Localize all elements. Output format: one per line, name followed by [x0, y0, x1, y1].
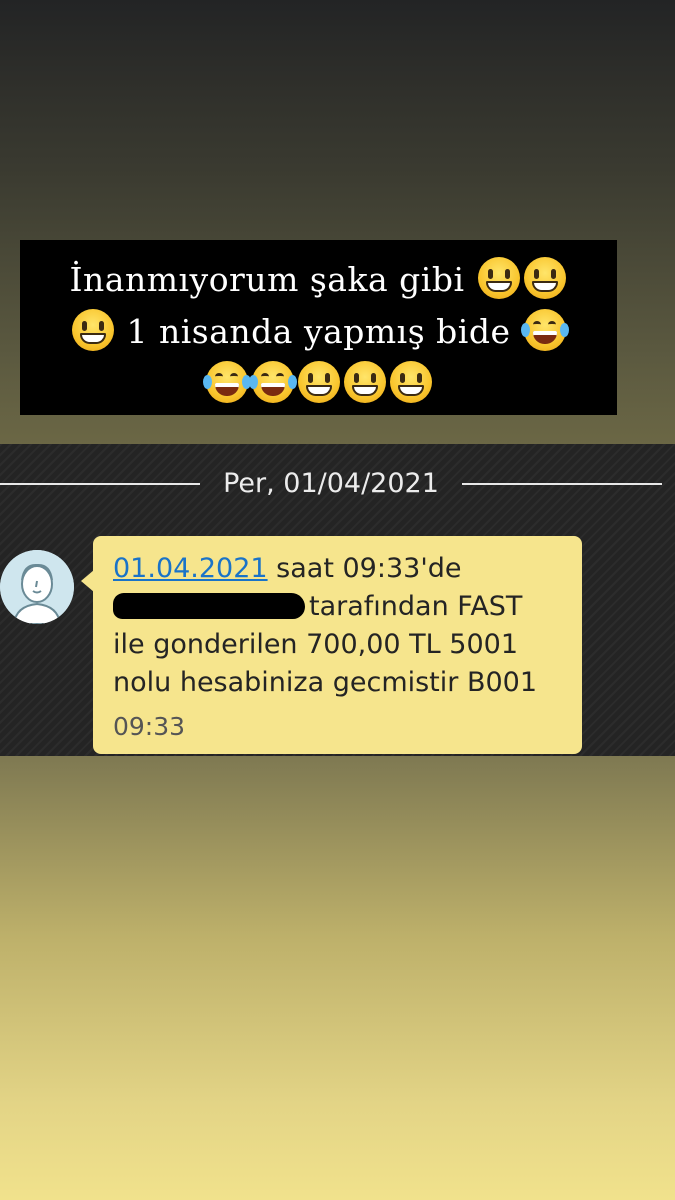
message-line-1: 01.04.2021 saat 09:33'de: [113, 550, 562, 588]
grinning-sweat-icon: [343, 361, 386, 403]
caption-line-2: 1 nisanda yapmış bide: [38, 306, 599, 358]
avatar[interactable]: [0, 550, 74, 624]
caption-text-1: İnanmıyorum şaka gibi: [69, 260, 465, 299]
message-timestamp: 09:33: [113, 712, 186, 741]
message-line-2-text: tarafından FAST: [309, 591, 523, 622]
divider-right: [462, 483, 662, 485]
message-date-link[interactable]: 01.04.2021: [113, 553, 268, 584]
grinning-sweat-icon: [71, 309, 114, 351]
message-line-4: nolu hesabiniza gecmistir B001: [113, 667, 538, 698]
caption-box: İnanmıyorum şaka gibi 1 nisanda yapmış b…: [20, 240, 617, 415]
message-bubble[interactable]: 01.04.2021 saat 09:33'de tarafından FAST…: [81, 536, 582, 754]
grinning-sweat-icon: [389, 361, 432, 403]
caption-text-2: 1 nisanda yapmış bide: [126, 312, 511, 351]
chat-screenshot: Per, 01/04/2021 01.04.2021 saat 09:33'de…: [0, 444, 675, 756]
caption-line-3: [38, 358, 599, 410]
message-line-1-text: saat 09:33'de: [267, 553, 462, 584]
person-icon: [0, 550, 74, 624]
message-line-2: tarafından FAST: [113, 588, 562, 626]
grinning-sweat-icon: [523, 257, 566, 299]
tears-of-joy-icon: [520, 309, 569, 351]
tears-of-joy-icon: [248, 361, 297, 403]
redaction-scribble: [113, 593, 305, 619]
date-separator-label: Per, 01/04/2021: [223, 468, 439, 499]
divider-left: [0, 483, 200, 485]
date-separator: Per, 01/04/2021: [0, 466, 675, 502]
tears-of-joy-icon: [202, 361, 251, 403]
grinning-sweat-icon: [297, 361, 340, 403]
grinning-sweat-icon: [477, 257, 520, 299]
caption-line-1: İnanmıyorum şaka gibi: [38, 254, 599, 306]
message-line-3: ile gonderilen 700,00 TL 5001: [113, 629, 519, 660]
